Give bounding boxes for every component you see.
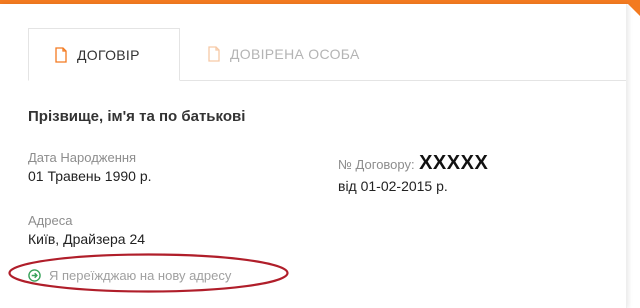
- contract-number-label: № Договору:: [338, 157, 415, 172]
- address-value: Київ, Драйзера 24: [28, 231, 146, 247]
- birth-date-value: 01 Травень 1990 р.: [28, 168, 152, 184]
- move-address-label: Я переїжджаю на нову адресу: [49, 268, 232, 283]
- document-icon: [208, 46, 220, 62]
- address-label: Адреса: [28, 213, 73, 228]
- tab-bar: ДОГОВІР ДОВІРЕНА ОСОБА: [28, 28, 626, 81]
- tab-trusted-person-label: ДОВІРЕНА ОСОБА: [230, 46, 360, 62]
- birth-date-label: Дата Народження: [28, 150, 137, 165]
- arrow-right-circle-icon: [28, 269, 41, 282]
- tab-contract-label: ДОГОВІР: [77, 46, 140, 63]
- client-full-name: Прізвище, ім'я та по батькові: [28, 108, 246, 125]
- tab-contract[interactable]: ДОГОВІР: [28, 28, 180, 81]
- document-icon: [55, 46, 67, 63]
- contract-card: ДОГОВІР ДОВІРЕНА ОСОБА Прізвище, ім'я та…: [0, 4, 627, 308]
- contract-number-row: № Договору: XXXXX: [338, 152, 488, 175]
- tab-trusted-person[interactable]: ДОВІРЕНА ОСОБА: [208, 28, 360, 80]
- move-address-link[interactable]: Я переїжджаю на нову адресу: [28, 268, 231, 283]
- contract-date: від 01-02-2015 р.: [338, 178, 448, 194]
- contract-number: XXXXX: [419, 152, 489, 174]
